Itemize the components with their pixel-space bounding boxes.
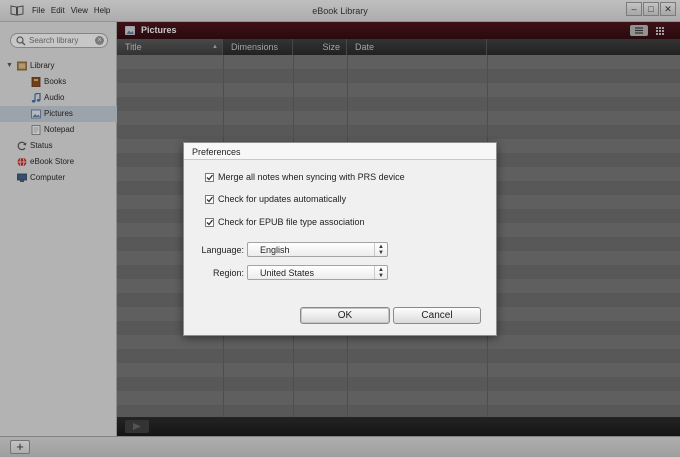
checkbox-label: Check for updates automatically <box>218 194 347 204</box>
dialog-title-bar: Preferences <box>184 143 496 160</box>
language-value: English <box>260 245 290 255</box>
checkmark-icon <box>206 219 213 226</box>
checkbox-label: Merge all notes when syncing with PRS de… <box>218 172 405 182</box>
select-arrows-icon: ▲ ▼ <box>374 266 387 279</box>
dialog-title: Preferences <box>192 147 241 157</box>
region-value: United States <box>260 268 315 278</box>
merge-notes-checkbox[interactable] <box>205 173 214 182</box>
cancel-button[interactable]: Cancel <box>393 307 481 324</box>
checkmark-icon <box>206 196 213 203</box>
checkbox-label: Check for EPUB file type association <box>218 217 365 227</box>
ok-button[interactable]: OK <box>300 307 390 324</box>
language-select[interactable]: English ▲ ▼ <box>247 242 388 257</box>
epub-association-checkbox[interactable] <box>205 218 214 227</box>
select-arrows-icon: ▲ ▼ <box>374 243 387 256</box>
language-label: Language: <box>201 245 244 255</box>
region-select[interactable]: United States ▲ ▼ <box>247 265 388 280</box>
region-label: Region: <box>212 268 244 278</box>
checkmark-icon <box>206 174 213 181</box>
check-updates-checkbox[interactable] <box>205 195 214 204</box>
preferences-dialog: Preferences Merge all notes when syncing… <box>183 142 497 336</box>
